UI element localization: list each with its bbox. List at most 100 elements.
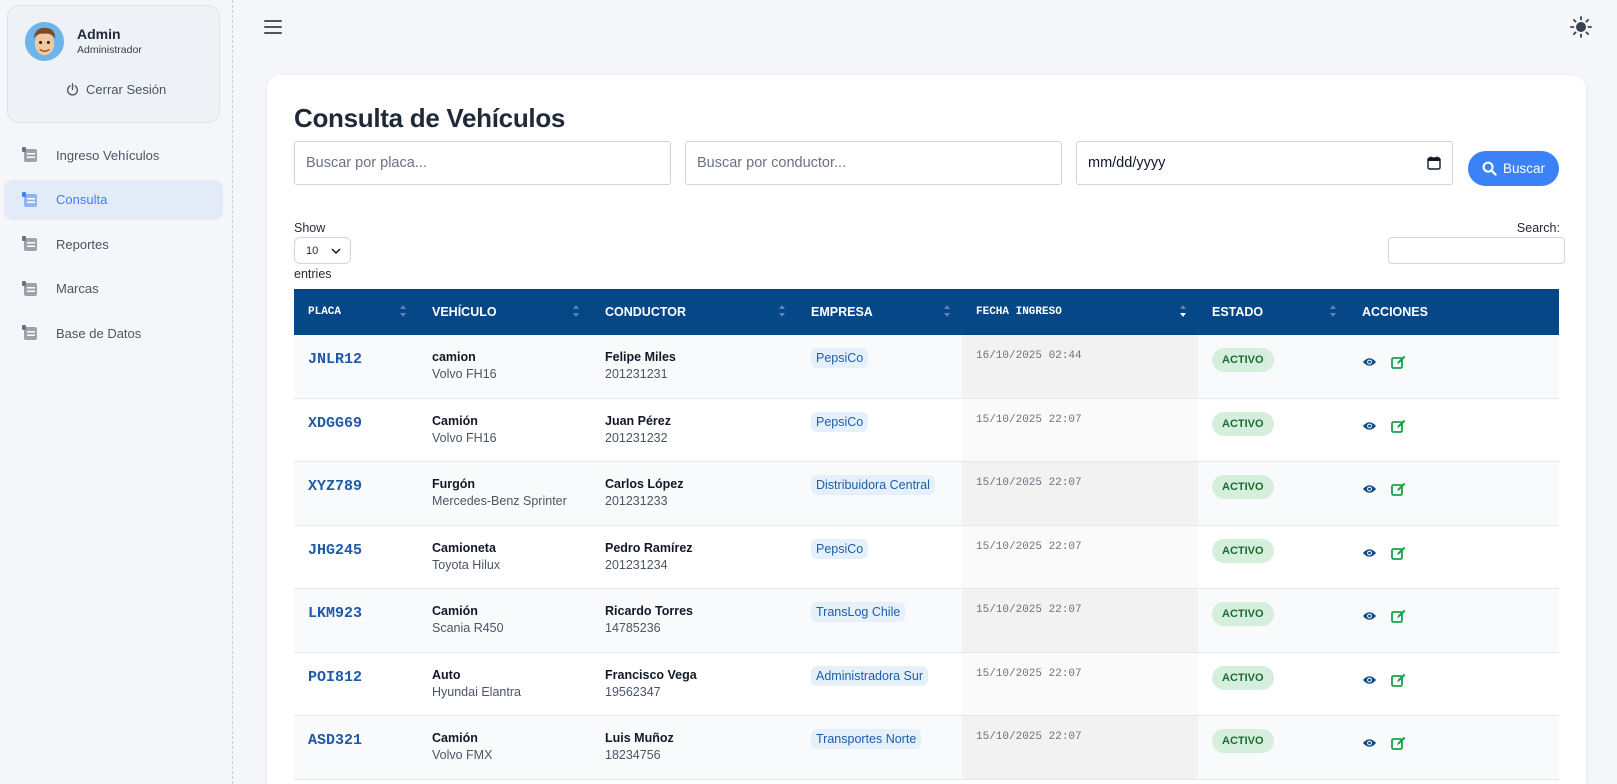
cell-placa: ASD321 [294, 716, 418, 779]
sort-icon [1330, 305, 1336, 317]
sidebar-item-reportes[interactable]: Reportes [4, 224, 223, 264]
user-role: Administrador [77, 44, 142, 56]
vehicle-type: Camión [432, 604, 478, 618]
edit-icon[interactable] [1391, 546, 1406, 560]
page-title: Consulta de Vehículos [294, 103, 566, 133]
sidebar-item-label: Ingreso Vehículos [56, 147, 160, 163]
vehicles-table: PLACA VEHÍCULO CONDUCTOR EMPRESA FECHA I… [294, 289, 1559, 780]
cell-acciones [1348, 335, 1559, 398]
column-header-empresa[interactable]: EMPRESA [797, 289, 962, 335]
company-badge: Transportes Norte [811, 729, 922, 749]
driver-id: 201231234 [605, 557, 668, 572]
cell-estado: ACTIVO [1198, 653, 1348, 716]
cell-fecha: 15/10/2025 22:07 [962, 462, 1198, 525]
table-row: JNLR12 camion Volvo FH16 Felipe Miles 20… [294, 335, 1559, 399]
status-badge: ACTIVO [1212, 348, 1274, 372]
driver-id: 18234756 [605, 748, 661, 762]
eye-icon[interactable] [1362, 609, 1377, 623]
cell-fecha: 15/10/2025 22:07 [962, 652, 1198, 715]
column-header-placa[interactable]: PLACA [294, 289, 418, 335]
cell-placa: POI812 [294, 653, 418, 716]
sidebar-item-label: Consulta [56, 192, 108, 207]
cell-estado: ACTIVO [1198, 589, 1348, 652]
cell-placa: JNLR12 [294, 335, 418, 398]
sidebar-item-label: Marcas [56, 281, 99, 296]
entries-length-select[interactable]: 10 [294, 237, 351, 264]
vehicle-type: Auto [432, 667, 461, 682]
company-badge: PepsiCo [811, 411, 869, 432]
column-header-label: VEHÍCULO [432, 305, 497, 319]
table-header: PLACA VEHÍCULO CONDUCTOR EMPRESA FECHA I… [294, 289, 1559, 335]
cell-fecha: 15/10/2025 22:07 [962, 525, 1198, 588]
date-input[interactable]: mm/dd/yyyy [1076, 141, 1453, 185]
cell-empresa: PepsiCo [797, 335, 962, 398]
column-header-label: PLACA [308, 306, 342, 318]
column-header-conductor[interactable]: CONDUCTOR [591, 289, 797, 335]
table-search-label: Search: [1516, 221, 1560, 235]
eye-icon[interactable] [1362, 546, 1377, 560]
edit-icon[interactable] [1391, 609, 1406, 623]
table-search-input[interactable] [1388, 237, 1565, 264]
entries-length-value: 10 [306, 244, 319, 257]
list-icon [22, 280, 37, 296]
cell-vehiculo: Camioneta Toyota Hilux [418, 526, 591, 589]
entry-date: 15/10/2025 22:07 [976, 667, 1082, 680]
cell-acciones [1348, 526, 1559, 589]
sort-icon [400, 305, 406, 317]
edit-icon[interactable] [1391, 736, 1406, 750]
hamburger-icon[interactable] [264, 20, 282, 36]
cell-empresa: TransLog Chile [797, 589, 962, 652]
entry-date: 15/10/2025 22:07 [976, 604, 1082, 616]
vehicle-model: Volvo FH16 [432, 367, 497, 381]
placa-search-input[interactable] [294, 141, 671, 185]
cell-fecha: 15/10/2025 22:07 [962, 398, 1198, 461]
sidebar-item-base-de-datos[interactable]: Base de Datos [4, 313, 223, 353]
list-icon [22, 325, 37, 340]
calendar-icon[interactable] [1427, 156, 1441, 170]
edit-icon[interactable] [1391, 673, 1406, 687]
cell-acciones [1348, 462, 1559, 525]
table-row: JHG245 Camioneta Toyota Hilux Pedro Ramí… [294, 525, 1559, 589]
sidebar-nav: Ingreso Vehículos Consulta Reportes Marc… [4, 135, 223, 358]
sidebar-item-consulta[interactable]: Consulta [4, 179, 223, 220]
cell-conductor: Felipe Miles 201231231 [591, 335, 797, 398]
driver-name: Juan Pérez [605, 413, 672, 428]
sidebar-item-ingreso-vehiculos[interactable]: Ingreso Vehículos [4, 135, 223, 175]
logout-button[interactable]: Cerrar Sesión [66, 82, 166, 97]
sun-icon[interactable] [1570, 16, 1592, 38]
sort-icon [779, 305, 785, 317]
column-header-fecha-ingreso[interactable]: FECHA INGRESO [962, 289, 1198, 335]
vehicle-model: Toyota Hilux [432, 557, 501, 572]
eye-icon[interactable] [1362, 673, 1377, 687]
column-header-estado[interactable]: ESTADO [1198, 289, 1348, 335]
eye-icon[interactable] [1362, 419, 1377, 433]
company-badge: PepsiCo [811, 348, 869, 368]
eye-icon[interactable] [1362, 482, 1377, 496]
conductor-search-input[interactable] [685, 141, 1062, 185]
sidebar-item-marcas[interactable]: Marcas [4, 269, 223, 309]
edit-icon[interactable] [1391, 355, 1406, 369]
table-row: XDGG69 Camión Volvo FH16 Juan Pérez 2012… [294, 398, 1559, 462]
driver-name: Carlos López [605, 477, 684, 491]
edit-icon[interactable] [1391, 419, 1406, 433]
cell-placa: LKM923 [294, 589, 418, 652]
column-header-vehiculo[interactable]: VEHÍCULO [418, 289, 591, 335]
company-badge: Administradora Sur [811, 665, 928, 686]
company-badge: Distribuidora Central [811, 475, 935, 495]
driver-name: Francisco Vega [605, 667, 697, 682]
driver-id: 201231233 [605, 494, 668, 508]
cell-acciones [1348, 653, 1559, 716]
eye-icon[interactable] [1362, 355, 1377, 369]
search-button[interactable]: Buscar [1468, 151, 1559, 186]
entry-date: 15/10/2025 22:07 [976, 477, 1082, 489]
vehicle-model: Scania R450 [432, 621, 504, 635]
table-row: ASD321 Camión Volvo FMX Luis Muñoz 18234… [294, 716, 1559, 780]
driver-name: Luis Muñoz [605, 731, 674, 745]
company-badge: PepsiCo [811, 538, 869, 559]
cell-empresa: Administradora Sur [797, 653, 962, 716]
sidebar: Admin Administrador Cerrar Sesión Ingres… [0, 0, 233, 784]
list-icon [22, 191, 37, 207]
edit-icon[interactable] [1391, 482, 1406, 496]
eye-icon[interactable] [1362, 736, 1377, 750]
column-header-label: ESTADO [1212, 305, 1264, 319]
